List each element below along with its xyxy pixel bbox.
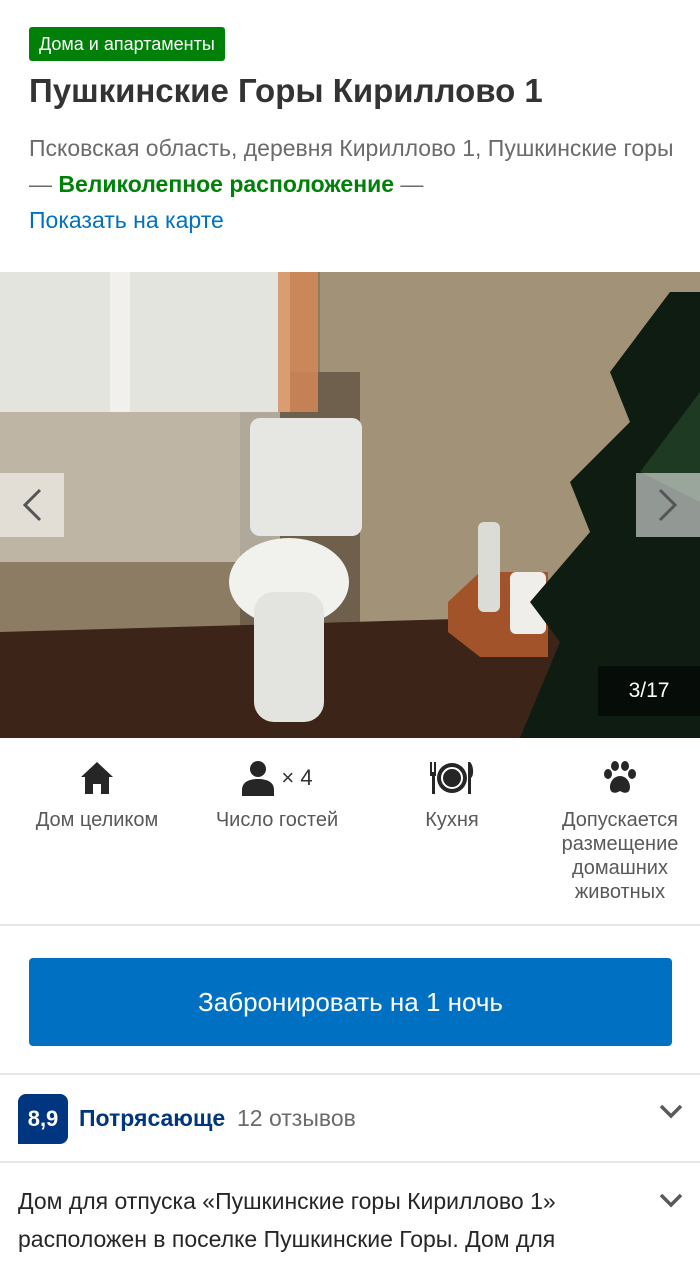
feature-entire-house: Дом целиком bbox=[18, 756, 176, 832]
address-separator: — bbox=[394, 171, 424, 197]
house-icon bbox=[81, 762, 113, 794]
chevron-left-icon bbox=[22, 488, 42, 522]
address-block: Псковская область, деревня Кириллово 1, … bbox=[29, 130, 679, 238]
feature-pets: Допускается размещение домашних животных bbox=[548, 756, 692, 904]
feature-label: Дом целиком bbox=[35, 809, 159, 831]
review-score-badge: 8,9 bbox=[18, 1094, 68, 1144]
paw-icon bbox=[604, 761, 636, 793]
review-count: 12 отзывов bbox=[237, 1105, 356, 1131]
rating-row[interactable]: 8,9 Потрясающе 12 отзывов bbox=[0, 1077, 700, 1163]
address-text: Псковская область, деревня Кириллово 1, … bbox=[29, 135, 674, 161]
review-score-word: Потрясающе bbox=[79, 1105, 226, 1131]
property-description: Дом для отпуска «Пушкинские горы Кирилло… bbox=[18, 1188, 556, 1252]
photo-gallery[interactable]: 3/17 bbox=[0, 272, 700, 738]
guest-count: × 4 bbox=[281, 765, 313, 790]
gallery-prev-button[interactable] bbox=[0, 473, 64, 537]
gallery-photo bbox=[0, 272, 700, 738]
feature-label: Допускается размещение домашних животных bbox=[561, 809, 679, 903]
feature-label: Кухня bbox=[425, 809, 479, 831]
show-on-map-link[interactable]: Показать на карте bbox=[29, 207, 224, 233]
feature-guests: × 4 Число гостей bbox=[197, 756, 357, 832]
address-separator: — bbox=[29, 171, 59, 197]
gallery-next-button[interactable] bbox=[636, 473, 700, 537]
person-icon bbox=[242, 761, 275, 796]
feature-kitchen: Кухня bbox=[392, 756, 512, 832]
chevron-down-icon[interactable] bbox=[658, 1103, 684, 1121]
booking-section: Забронировать на 1 ночь bbox=[0, 928, 700, 1075]
property-features: Дом целиком × 4 Число гостей Кухня Допус… bbox=[0, 740, 700, 926]
chevron-down-icon[interactable] bbox=[658, 1192, 684, 1210]
property-type-badge: Дома и апартаменты bbox=[29, 27, 225, 61]
plate-cutlery-icon bbox=[430, 762, 474, 794]
chevron-right-icon bbox=[658, 488, 678, 522]
book-button[interactable]: Забронировать на 1 ночь bbox=[29, 958, 672, 1046]
feature-label: Число гостей bbox=[215, 809, 339, 831]
property-title: Пушкинские Горы Кириллово 1 bbox=[29, 72, 543, 109]
location-rating: Великолепное расположение bbox=[58, 171, 395, 197]
photo-counter: 3/17 bbox=[598, 666, 700, 716]
